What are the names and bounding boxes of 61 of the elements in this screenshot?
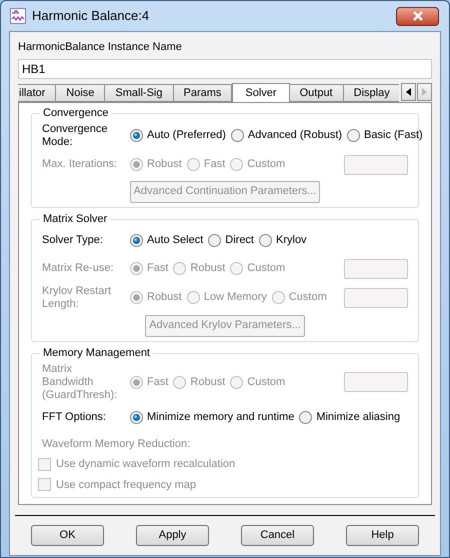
section-caption: Waveform Memory Reduction:	[42, 436, 192, 452]
checkbox-label: Use dynamic waveform recalculation	[56, 457, 236, 472]
radio-label: Minimize aliasing	[316, 410, 400, 426]
radio-label: Robust	[147, 157, 182, 172]
close-icon	[412, 11, 424, 21]
tab[interactable]: Small-Sig	[104, 84, 174, 102]
dialog-button[interactable]: Help	[346, 525, 419, 546]
field-label: Convergence Mode:	[42, 122, 108, 148]
radio-label: Custom	[247, 261, 286, 276]
dialog-button[interactable]: OK	[31, 525, 104, 546]
app-icon	[10, 8, 26, 24]
radio-label: Robust	[190, 374, 226, 390]
window-title: Harmonic Balance:4	[32, 7, 150, 26]
tab[interactable]: Solver	[232, 82, 290, 102]
dialog-button[interactable]: Apply	[136, 525, 209, 546]
radio-button[interactable]	[130, 411, 143, 424]
radio-button[interactable]	[130, 234, 143, 247]
radio-label: Auto (Preferred)	[147, 128, 226, 144]
radio-label: Fast	[147, 261, 168, 276]
radio-label: Custom	[247, 374, 286, 390]
radio-label: Fast	[204, 157, 226, 172]
close-button[interactable]	[396, 6, 439, 26]
radio-button[interactable]	[130, 129, 143, 142]
field-label: Solver Type:	[42, 234, 104, 247]
radio-label: Direct	[225, 233, 254, 248]
radio-label: Minimize memory and runtime	[147, 410, 294, 426]
radio-button[interactable]	[259, 234, 272, 247]
left-arrow-icon	[404, 86, 413, 96]
radio-button[interactable]	[347, 129, 360, 142]
radio-label: Robust	[190, 261, 226, 276]
radio-button[interactable]	[208, 234, 222, 247]
instance-name-field[interactable]: HB1	[18, 58, 432, 78]
field-label: Krylov Restart Length:	[42, 284, 112, 310]
radio-label: Low Memory	[204, 290, 267, 306]
radio-label: Custom	[288, 290, 327, 306]
group-title: Matrix Solver	[40, 212, 110, 226]
radio-label: Robust	[147, 290, 182, 306]
group-title: Memory Management	[40, 346, 153, 360]
radio-button[interactable]	[299, 411, 312, 424]
tab[interactable]: illator	[18, 84, 56, 102]
radio-label: Auto Select	[147, 233, 204, 248]
radio-label: Basic (Fast)	[364, 128, 423, 144]
field-label: Max. Iterations:	[42, 158, 118, 171]
field-label: Matrix Bandwidth (GuardThresh):	[42, 362, 118, 402]
tab-scroll-button[interactable]	[401, 82, 416, 100]
group-title: Convergence	[40, 106, 112, 120]
field-label: HarmonicBalance Instance Name	[18, 40, 183, 55]
field-label: Matrix Re-use:	[42, 262, 115, 275]
dialog-button[interactable]: Cancel	[241, 525, 314, 546]
field-label: FFT Options:	[42, 411, 107, 424]
tab[interactable]: Output	[288, 84, 344, 102]
tab[interactable]: Params	[172, 84, 232, 102]
radio-label: Krylov	[276, 233, 307, 248]
right-arrow-icon	[420, 86, 429, 96]
checkbox-label: Use compact frequency map	[56, 478, 196, 492]
radio-label: Advanced (Robust)	[248, 128, 342, 144]
tab[interactable]: Display	[342, 84, 399, 102]
tab[interactable]: Noise	[55, 84, 106, 102]
radio-label: Fast	[147, 374, 168, 390]
radio-button[interactable]	[230, 129, 244, 142]
radio-label: Custom	[247, 157, 286, 172]
